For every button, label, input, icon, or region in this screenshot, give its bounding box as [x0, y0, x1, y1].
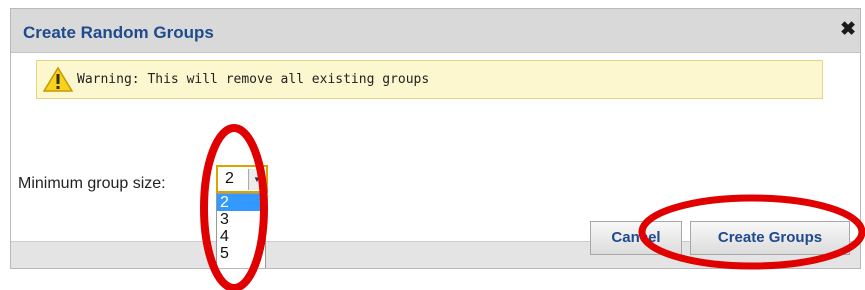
dialog-title: Create Random Groups	[23, 23, 214, 42]
select-option[interactable]: 3	[217, 211, 265, 228]
select-value: 2	[225, 170, 234, 187]
min-group-size-label: Minimum group size:	[18, 175, 166, 192]
warning-text: Warning: This will remove all existing g…	[77, 72, 430, 87]
cancel-button[interactable]: Cancel	[590, 221, 682, 255]
warning-triangle-icon	[43, 66, 73, 92]
create-random-groups-dialog: Create Random Groups ✖ Warning: This wil…	[10, 8, 861, 269]
select-option[interactable]: 5	[217, 245, 265, 262]
min-group-size-select[interactable]: 2 ▼	[216, 165, 268, 193]
warning-banner: Warning: This will remove all existing g…	[36, 60, 823, 99]
dialog-titlebar[interactable]: Create Random Groups ✖	[11, 9, 860, 53]
create-groups-button[interactable]: Create Groups	[690, 221, 850, 255]
select-option[interactable]: 2	[217, 194, 265, 211]
select-option[interactable]: 4	[217, 228, 265, 245]
close-icon[interactable]: ✖	[840, 20, 856, 40]
chevron-down-icon[interactable]: ▼	[248, 169, 265, 190]
min-group-size-options[interactable]: 2 3 4 5	[216, 193, 266, 268]
